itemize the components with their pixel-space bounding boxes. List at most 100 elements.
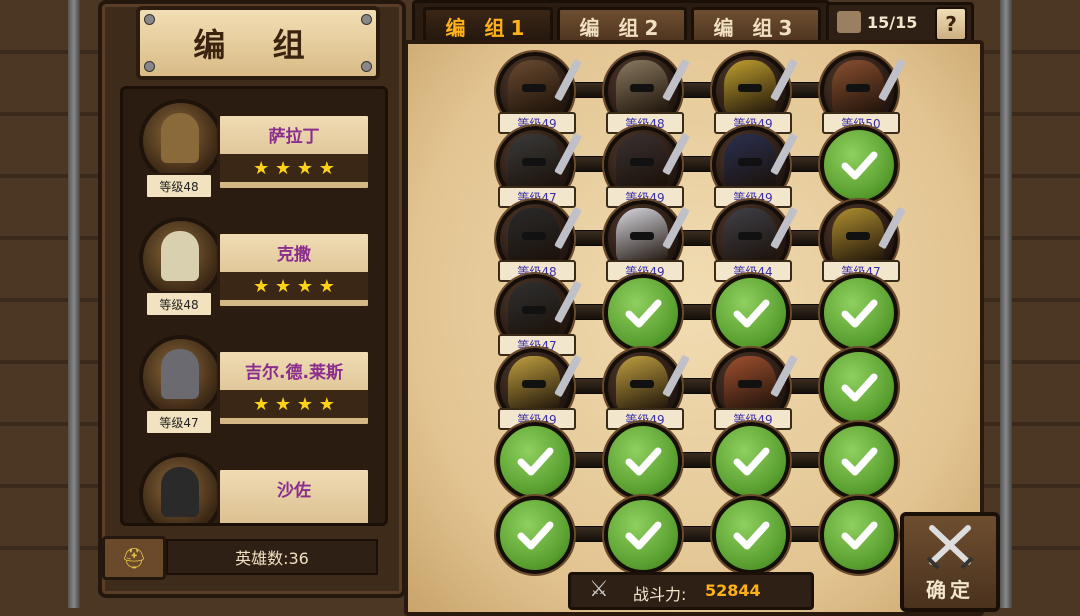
combat-power-bar: ⚔ 战斗力: 52844 (568, 572, 814, 610)
unit-portrait (508, 132, 582, 190)
unit-portrait (616, 354, 690, 412)
unit-visor (846, 84, 870, 92)
hero-nameplate: 克撒 ★ ★ ★ ★ (217, 231, 371, 309)
unit-slot[interactable]: 等级49 (712, 348, 798, 430)
unit-visor (522, 158, 546, 166)
unit-portrait (508, 58, 582, 116)
unit-visor (522, 232, 546, 240)
unit-portrait (724, 132, 798, 190)
unit-slot[interactable]: 等级49 (712, 52, 798, 134)
formation-link (536, 304, 862, 320)
check-icon (716, 278, 786, 348)
hero-name: 沙佐 (277, 481, 311, 501)
formation-link (536, 82, 862, 98)
empty-slot[interactable] (820, 348, 898, 426)
hero-list-item[interactable]: 吉尔.德.莱斯 ★ ★ ★ ★ 等级47 (137, 329, 385, 447)
unit-slot[interactable]: 等级49 (604, 126, 690, 208)
hero-list-item[interactable]: 沙佐 (137, 447, 385, 523)
hero-level: 等级48 (145, 291, 213, 317)
crossed-swords-icon: ⚔ (589, 577, 609, 602)
hero-name: 萨拉丁 (268, 127, 320, 147)
unit-slot[interactable]: 等级50 (820, 52, 906, 134)
combat-power-label: 战斗力: (633, 585, 687, 604)
crossed-swords-icon (926, 525, 974, 570)
check-icon (608, 426, 678, 496)
empty-slot[interactable] (604, 496, 682, 574)
star-rating: ★ ★ ★ ★ (220, 272, 368, 300)
unit-visor (630, 84, 654, 92)
empty-slot[interactable] (820, 496, 898, 574)
empty-slot[interactable] (712, 422, 790, 500)
confirm-button[interactable]: 确定 (900, 512, 1000, 612)
unit-slot[interactable]: 等级48 (496, 200, 582, 282)
unit-slot[interactable]: 等级49 (604, 200, 690, 282)
hero-name: 吉尔.德.莱斯 (245, 363, 343, 383)
formation-link (536, 156, 862, 172)
unit-portrait (508, 206, 582, 264)
unit-slot[interactable]: 等级49 (496, 52, 582, 134)
hero-list[interactable]: 萨拉丁 ★ ★ ★ ★ 等级48 克撒 ★ ★ ★ ★ 等级48 吉尔.德.莱斯… (120, 86, 388, 526)
helmet-icon (161, 231, 199, 281)
rivet-icon (144, 14, 155, 25)
unit-portrait (832, 206, 906, 264)
unit-portrait (616, 206, 690, 264)
combat-power-value: 52844 (705, 581, 761, 600)
unit-visor (738, 380, 762, 388)
empty-slot[interactable] (496, 496, 574, 574)
check-icon (500, 426, 570, 496)
empty-slot[interactable] (496, 422, 574, 500)
rivet-icon (144, 61, 155, 72)
empty-slot[interactable] (604, 422, 682, 500)
unit-slot[interactable]: 等级47 (820, 200, 906, 282)
unit-slot[interactable]: 等级49 (496, 348, 582, 430)
hero-list-item[interactable]: 克撒 ★ ★ ★ ★ 等级48 (137, 211, 385, 329)
unit-visor (846, 232, 870, 240)
unit-slot[interactable]: 等级47 (496, 126, 582, 208)
hero-portrait[interactable] (139, 453, 223, 523)
unit-visor (738, 232, 762, 240)
helmet-icon[interactable]: ⛑ (102, 536, 166, 580)
weapon-icon (878, 206, 906, 250)
rivet-icon (361, 14, 372, 25)
unit-slot[interactable]: 等级48 (604, 52, 690, 134)
hero-name: 克撒 (277, 245, 311, 265)
check-icon (824, 426, 894, 496)
unit-portrait (616, 58, 690, 116)
hero-nameplate: 沙佐 (217, 467, 371, 523)
unit-slot[interactable]: 等级47 (496, 274, 582, 356)
formation-link (536, 452, 862, 468)
capacity-text: 15/15 (867, 13, 918, 32)
weapon-icon (878, 58, 906, 102)
unit-capacity-icon (837, 11, 861, 33)
empty-slot[interactable] (712, 274, 790, 352)
hero-portrait[interactable] (139, 99, 223, 183)
unit-portrait (508, 354, 582, 412)
helmet-icon (161, 467, 199, 517)
left-frame-rail (68, 0, 80, 608)
unit-visor (738, 84, 762, 92)
unit-portrait (616, 132, 690, 190)
empty-slot[interactable] (820, 274, 898, 352)
empty-slot[interactable] (604, 274, 682, 352)
unit-visor (630, 232, 654, 240)
hero-portrait[interactable] (139, 217, 223, 301)
unit-portrait (832, 58, 906, 116)
empty-slot[interactable] (712, 496, 790, 574)
help-button[interactable]: ? (935, 7, 967, 41)
hero-list-item[interactable]: 萨拉丁 ★ ★ ★ ★ 等级48 (137, 93, 385, 211)
empty-slot[interactable] (820, 126, 898, 204)
unit-visor (630, 380, 654, 388)
check-icon (824, 278, 894, 348)
hero-count-bar: ⛑ 英雄数:36 (102, 536, 380, 580)
check-icon (716, 500, 786, 570)
unit-visor (630, 158, 654, 166)
formation-board: 等级49 等级48 等级49 等级50 等级47 等级49 等级49 等级48 等级49 等级44… (404, 40, 984, 616)
formation-link (536, 230, 862, 246)
star-rating: ★ ★ ★ ★ (220, 390, 368, 418)
empty-slot[interactable] (820, 422, 898, 500)
unit-slot[interactable]: 等级49 (712, 126, 798, 208)
hero-nameplate: 吉尔.德.莱斯 ★ ★ ★ ★ (217, 349, 371, 427)
hero-portrait[interactable] (139, 335, 223, 419)
unit-slot[interactable]: 等级49 (604, 348, 690, 430)
unit-slot[interactable]: 等级44 (712, 200, 798, 282)
